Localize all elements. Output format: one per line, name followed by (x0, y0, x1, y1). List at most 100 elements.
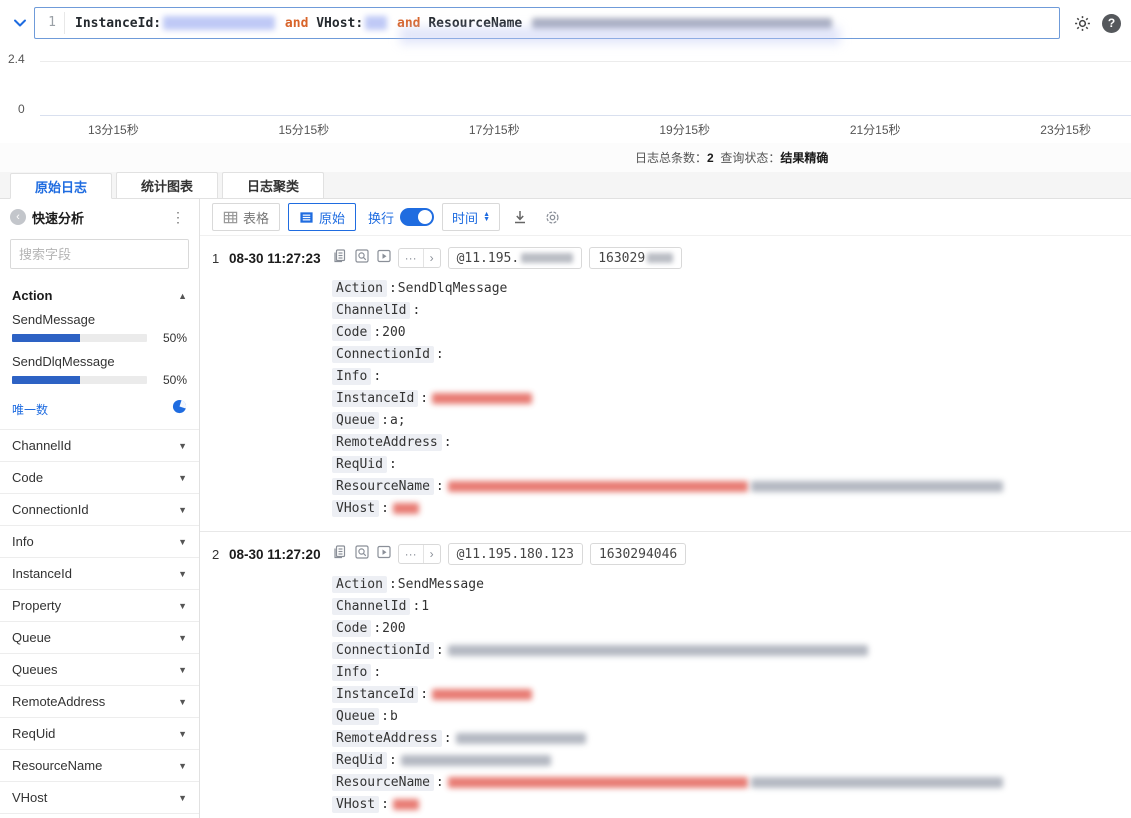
help-icon[interactable]: ? (1102, 13, 1121, 33)
sidebar-field-InstanceId[interactable]: InstanceId ▼ (0, 557, 199, 589)
log-field-colon: : (435, 642, 444, 658)
time-sort-button[interactable]: 时间 ▲ ▼ (442, 203, 500, 231)
log-field-key[interactable]: ReqUid (332, 455, 387, 473)
context-view-icon[interactable] (354, 248, 370, 269)
context-view-icon[interactable] (354, 544, 370, 565)
caret-down-icon: ▼ (178, 536, 187, 547)
raw-view-button[interactable]: 原始 (288, 203, 357, 231)
log-timestamp: 08-30 11:27:20 (229, 546, 321, 562)
log-field-key[interactable]: ReqUid (332, 751, 387, 769)
log-field-key[interactable]: Queue (332, 411, 380, 429)
table-view-button[interactable]: 表格 (212, 203, 281, 231)
more-actions-button[interactable]: ··· (399, 249, 423, 267)
log-field-key[interactable]: ChannelId (332, 301, 411, 319)
sidebar-field-Property[interactable]: Property ▼ (0, 589, 199, 621)
log-field-key[interactable]: ChannelId (332, 597, 411, 615)
expand-log-button[interactable]: › (422, 545, 440, 563)
log-field-key[interactable]: VHost (332, 499, 380, 517)
sidebar-field-RemoteAddress[interactable]: RemoteAddress ▼ (0, 685, 199, 717)
field-list: ChannelId ▼ Code ▼ ConnectionId ▼ Info ▼ Instanc… (0, 429, 199, 818)
caret-down-icon: ▼ (178, 632, 187, 643)
log-tag-chip[interactable]: @11.195.180.123 (447, 543, 583, 565)
chevron-down-icon[interactable] (6, 9, 34, 37)
more-actions-button[interactable]: ··· (399, 545, 423, 563)
sidebar-field-VHost[interactable]: VHost ▼ (0, 781, 199, 813)
log-field-key[interactable]: Code (332, 323, 372, 341)
field-value-bar-row: 50% (12, 373, 187, 387)
log-entry-header: 1 08-30 11:27:23 ··· › @11.195. 163029 (212, 247, 1119, 269)
log-list: 1 08-30 11:27:23 ··· › @11.195. 163029 Action:… (200, 235, 1131, 818)
sidebar-field-Code[interactable]: Code ▼ (0, 461, 199, 493)
collapse-sidebar-icon[interactable]: ‹ (10, 209, 26, 225)
log-fields: Action: SendDlqMessage ChannelId: Code:200 C… (332, 277, 1119, 519)
tab-日志聚类[interactable]: 日志聚类 (222, 172, 325, 198)
caret-up-icon: ▲ (178, 290, 187, 301)
field-search-input[interactable] (11, 240, 188, 268)
log-fields: Action: SendMessage ChannelId:1 Code:200 Con… (332, 573, 1119, 815)
redacted-field-value (447, 644, 868, 656)
log-field-key[interactable]: Info (332, 367, 372, 385)
field-section-action[interactable]: Action ▲ (0, 279, 199, 309)
settings-icon[interactable] (1070, 11, 1094, 35)
log-tag-chip[interactable]: 163029 (589, 247, 683, 269)
field-value-item[interactable]: SendMessage 50% (0, 309, 199, 351)
sidebar-field-Queues[interactable]: Queues ▼ (0, 653, 199, 685)
log-field-key[interactable]: Action (332, 279, 387, 297)
download-icon[interactable] (508, 205, 532, 229)
log-field-colon: : (412, 302, 421, 318)
pie-chart-icon[interactable] (172, 399, 187, 419)
unique-count-link[interactable]: 唯一数 (12, 401, 48, 418)
field-value-item[interactable]: SendDlqMessage 50% (0, 351, 199, 393)
log-tag-text: 1630294046 (598, 546, 678, 562)
log-field-key[interactable]: ConnectionId (332, 345, 434, 363)
log-field-key[interactable]: ConnectionId (332, 641, 434, 659)
copy-log-icon[interactable] (332, 544, 348, 565)
log-field-key[interactable]: InstanceId (332, 389, 419, 407)
log-field-row: VHost: (332, 793, 1119, 815)
query-text[interactable]: InstanceId: and VHost: and ResourceName (65, 16, 834, 31)
redacted-tag-value (521, 253, 574, 263)
sidebar-field-__tag__:__receive_time__[interactable]: __tag__:__receive_time__▼ (0, 813, 199, 818)
field-section-label: Action (12, 288, 53, 303)
sidebar-field-ChannelId[interactable]: ChannelId ▼ (0, 429, 199, 461)
log-field-key[interactable]: Code (332, 619, 372, 637)
expand-log-button[interactable]: › (422, 249, 440, 267)
query-editor[interactable]: 1 InstanceId: and VHost: and ResourceNam… (34, 7, 1060, 39)
log-tag-chip[interactable]: 1630294046 (589, 543, 687, 565)
log-field-key[interactable]: RemoteAddress (332, 729, 442, 747)
wrap-toggle[interactable] (400, 208, 435, 226)
query-token: VHost: (316, 15, 364, 31)
sidebar-field-Queue[interactable]: Queue ▼ (0, 621, 199, 653)
log-field-row: Code:200 (332, 617, 1119, 639)
log-field-colon: : (435, 478, 444, 494)
log-field-key[interactable]: Info (332, 663, 372, 681)
log-field-key[interactable]: ResourceName (332, 773, 434, 791)
log-field-key[interactable]: ResourceName (332, 477, 434, 495)
sidebar-field-Info[interactable]: Info ▼ (0, 525, 199, 557)
log-field-row: Action: SendMessage (332, 573, 1119, 595)
gear-icon[interactable] (540, 205, 564, 229)
log-field-colon: : (381, 708, 389, 724)
sidebar-field-label: Queues (12, 662, 58, 677)
log-field-key[interactable]: RemoteAddress (332, 433, 442, 451)
sidebar-field-ConnectionId[interactable]: ConnectionId ▼ (0, 493, 199, 525)
y-axis-min-label: 0 (18, 102, 25, 116)
log-field-key[interactable]: Action (332, 575, 387, 593)
sidebar-field-ResourceName[interactable]: ResourceName ▼ (0, 749, 199, 781)
log-field-row: RemoteAddress: (332, 727, 1119, 749)
log-field-key[interactable]: VHost (332, 795, 380, 813)
livetail-icon[interactable] (376, 248, 392, 269)
log-field-key[interactable]: Queue (332, 707, 380, 725)
kebab-menu-icon[interactable]: ⋮ (167, 209, 189, 226)
tab-统计图表[interactable]: 统计图表 (116, 172, 219, 198)
sidebar-field-ReqUid[interactable]: ReqUid ▼ (0, 717, 199, 749)
livetail-icon[interactable] (376, 544, 392, 565)
field-value-label: SendMessage (12, 312, 96, 327)
copy-log-icon[interactable] (332, 248, 348, 269)
log-field-colon: : (373, 664, 382, 680)
log-tag-chip[interactable]: @11.195. (447, 247, 583, 269)
log-field-key[interactable]: InstanceId (332, 685, 419, 703)
redacted-field-value (750, 480, 1003, 492)
sidebar-field-label: ReqUid (12, 726, 56, 741)
tab-原始日志[interactable]: 原始日志 (10, 173, 113, 199)
